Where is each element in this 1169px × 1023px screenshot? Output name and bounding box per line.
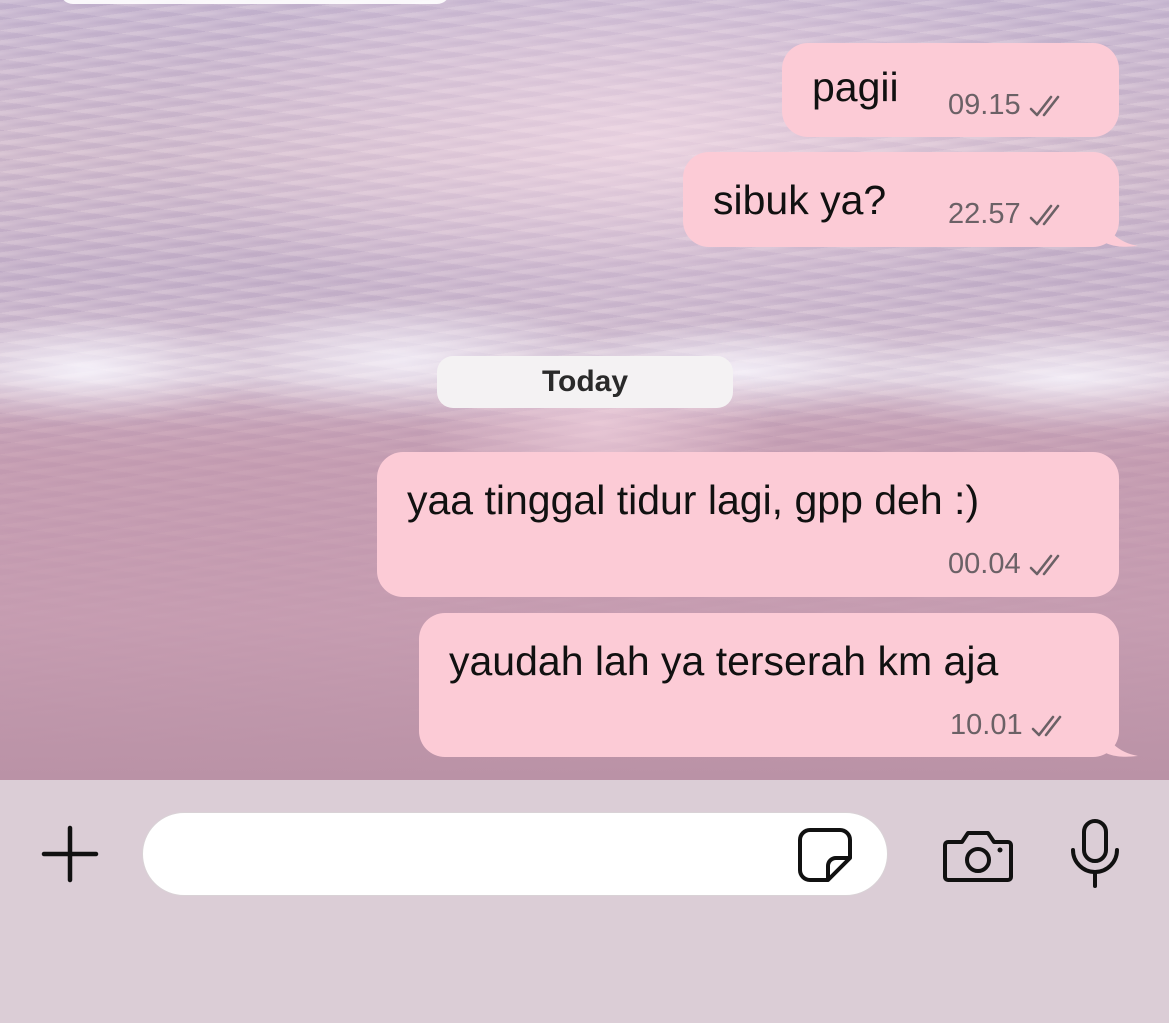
message-input-field[interactable] (142, 812, 888, 896)
message-meta: 09.15 (948, 89, 1069, 122)
message-bubble[interactable]: yaudah lah ya terserah km aja 10.01 (419, 613, 1119, 757)
message-bubble[interactable]: pagii 09.15 (782, 43, 1119, 137)
message-meta: 10.01 (950, 709, 1071, 742)
camera-icon[interactable] (942, 828, 1014, 884)
plus-icon[interactable] (38, 822, 102, 886)
message-meta: 00.04 (948, 548, 1069, 581)
date-separator: Today (437, 356, 733, 408)
message-bubble[interactable]: sibuk ya? 22.57 (683, 152, 1119, 247)
sticker-icon[interactable] (796, 826, 854, 884)
bubble-tail (1100, 718, 1138, 757)
message-text: pagii (812, 64, 899, 110)
previous-bubble-edge (60, 0, 450, 4)
message-time: 22.57 (948, 198, 1021, 230)
message-time: 10.01 (950, 709, 1023, 741)
message-input[interactable] (173, 831, 777, 881)
microphone-icon[interactable] (1068, 818, 1122, 890)
message-text: yaa tinggal tidur lagi, gpp deh :) (407, 477, 980, 523)
bubble-tail (1100, 208, 1138, 247)
message-meta: 22.57 (948, 198, 1069, 231)
double-check-icon (1031, 715, 1061, 736)
double-check-icon (1029, 204, 1059, 225)
message-time: 00.04 (948, 548, 1021, 580)
double-check-icon (1029, 95, 1059, 116)
message-text: yaudah lah ya terserah km aja (449, 638, 999, 684)
double-check-icon (1029, 554, 1059, 575)
message-time: 09.15 (948, 89, 1021, 121)
message-text: sibuk ya? (713, 177, 887, 223)
message-bubble[interactable]: yaa tinggal tidur lagi, gpp deh :) 00.04 (377, 452, 1119, 597)
